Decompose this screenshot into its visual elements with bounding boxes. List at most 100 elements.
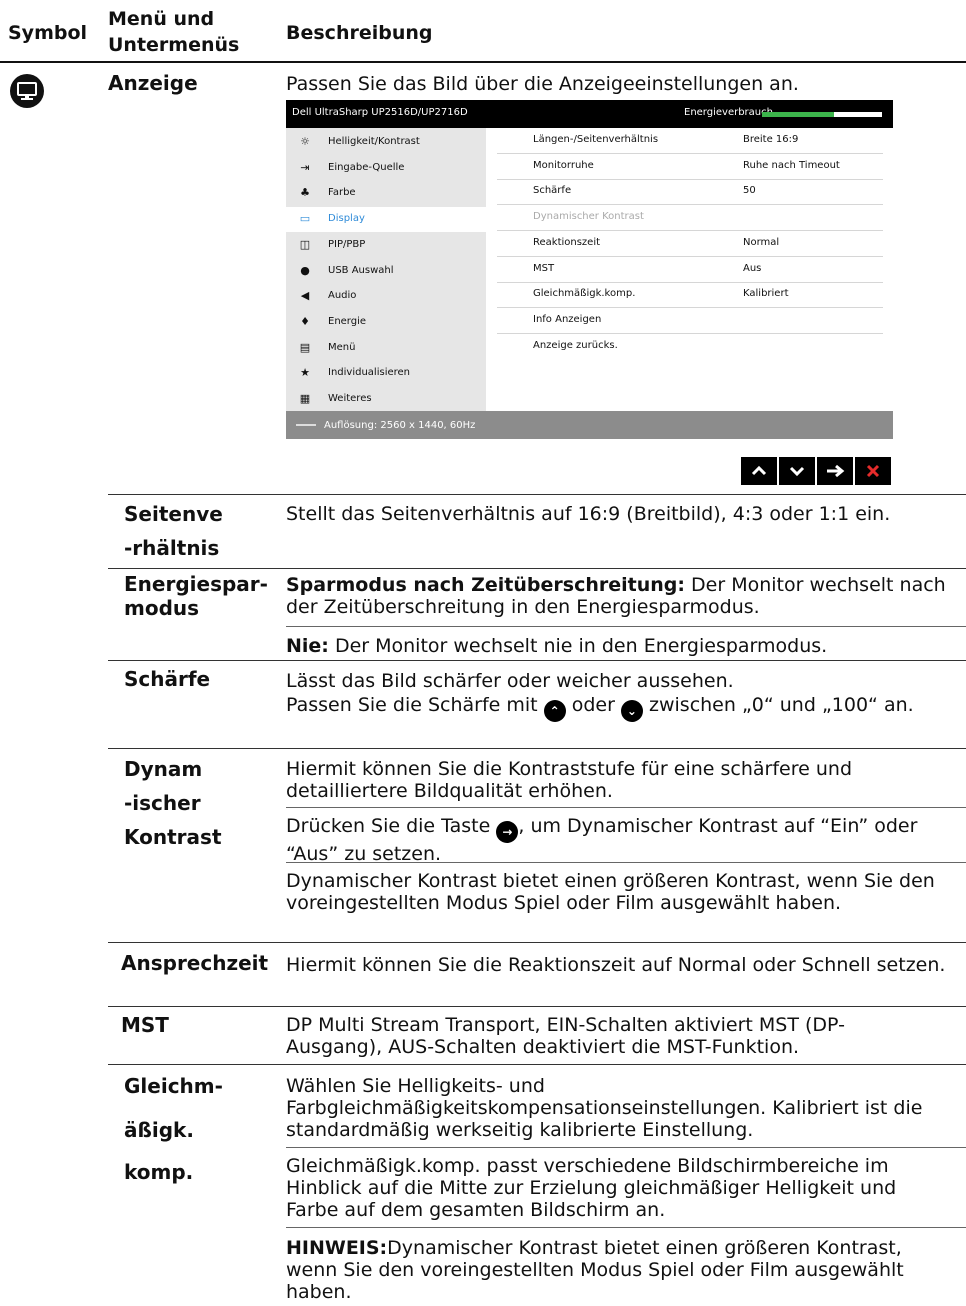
osd-resolution: Auflösung: 2560 x 1440, 60Hz bbox=[324, 420, 476, 431]
power-icon: ♦ bbox=[300, 314, 310, 328]
row-desc-gleichmaessigkeit-1: Wählen Sie Helligkeits- und Farbgleichmä… bbox=[286, 1075, 923, 1141]
osd-menu-item-label: Energie bbox=[328, 315, 367, 327]
divider bbox=[286, 1147, 966, 1148]
divider bbox=[108, 942, 966, 943]
osd-menu-item[interactable]: ◀ Audio bbox=[286, 284, 486, 309]
osd-menu-item[interactable]: ▤ Menü bbox=[286, 336, 486, 361]
row-desc-mst: DP Multi Stream Transport, EIN-Schalten … bbox=[286, 1014, 845, 1058]
other-icon: ▦ bbox=[299, 392, 311, 405]
row-title-energiesparmodus-1: Energiespar- bbox=[124, 572, 268, 596]
osd-menu-item-label: Audio bbox=[328, 290, 357, 302]
osd-setting-label: Gleichmäßigk.komp. bbox=[533, 288, 636, 300]
osd-menu-item-label: Weiteres bbox=[328, 393, 372, 404]
osd-setting-row[interactable]: Monitorruhe Ruhe nach Timeout bbox=[497, 154, 883, 180]
osd-menu-item[interactable]: ● USB Auswahl bbox=[286, 259, 486, 284]
osd-setting-value: 50 bbox=[743, 185, 756, 197]
osd-menu-item[interactable]: ◫ PIP/PBP bbox=[286, 233, 486, 258]
osd-menu-item-label: Farbe bbox=[328, 187, 356, 199]
osd-setting-row[interactable]: Anzeige zurücks. bbox=[497, 334, 883, 359]
never-text: Der Monitor wechselt nie in den Energies… bbox=[328, 635, 828, 657]
osd-setting-value: Breite 16:9 bbox=[743, 134, 799, 145]
note-label: HINWEIS: bbox=[286, 1237, 388, 1259]
osd-menu-item-label: Helligkeit/Kontrast bbox=[328, 136, 420, 147]
osd-menu-item[interactable]: ▭ Display bbox=[286, 207, 486, 233]
osd-menu-item-label: PIP/PBP bbox=[328, 238, 366, 250]
row-desc-energiesparmodus-2: Nie: Der Monitor wechselt nie in den Ene… bbox=[286, 635, 958, 657]
osd-setting-label: Info Anzeigen bbox=[533, 313, 602, 325]
osd-setting-row[interactable]: Info Anzeigen bbox=[497, 308, 883, 334]
row-title-gleichmaessigkeit-2: äßigk. bbox=[124, 1118, 194, 1142]
right-arrow-icon[interactable] bbox=[817, 457, 853, 485]
osd-setting-label: Reaktionszeit bbox=[533, 236, 601, 248]
pip-icon: ◫ bbox=[299, 237, 311, 251]
osd-setting-row[interactable]: MST Aus bbox=[497, 257, 883, 283]
close-icon[interactable] bbox=[855, 457, 891, 485]
divider bbox=[108, 1064, 966, 1065]
divider bbox=[108, 568, 966, 569]
schaerfe-text-a: Passen Sie die Schärfe mit bbox=[286, 694, 538, 716]
divider bbox=[286, 626, 966, 627]
energy-bar bbox=[762, 112, 882, 117]
osd-menu-item[interactable]: ★ Individualisieren bbox=[286, 361, 486, 386]
osd-menu-item[interactable]: ☼ Helligkeit/Kontrast bbox=[286, 130, 486, 155]
divider bbox=[108, 1006, 966, 1007]
osd-setting-label: Schärfe bbox=[533, 185, 572, 197]
osd-title-bar: Dell UltraSharp UP2516D/UP2716D Energiev… bbox=[286, 100, 893, 128]
monitor-icon bbox=[10, 74, 44, 108]
osd-setting-label: Monitorruhe bbox=[533, 159, 594, 171]
osd-status-bar: Auflösung: 2560 x 1440, 60Hz bbox=[286, 411, 893, 439]
osd-setting-label: Dynamischer Kontrast bbox=[533, 211, 644, 223]
osd-setting-row[interactable]: Reaktionszeit Normal bbox=[497, 231, 883, 257]
row-desc-schaerfe-2: Passen Sie die Schärfe mit ⌃ oder ⌄ zwis… bbox=[286, 694, 958, 722]
star-icon: ★ bbox=[300, 366, 310, 380]
header-menu-line2: Untermenüs bbox=[108, 34, 240, 56]
down-circle-icon: ⌄ bbox=[620, 700, 643, 722]
row-desc-ansprechzeit: Hiermit können Sie die Reaktionszeit auf… bbox=[286, 954, 946, 976]
header-divider bbox=[0, 61, 966, 63]
row-desc-energiesparmodus-1: Sparmodus nach Zeitüberschreitung: Der M… bbox=[286, 574, 958, 618]
never-label: Nie: bbox=[286, 635, 329, 657]
divider bbox=[286, 1227, 966, 1228]
osd-setting-value: Ruhe nach Timeout bbox=[743, 159, 840, 171]
osd-title: Dell UltraSharp UP2516D/UP2716D bbox=[292, 107, 468, 118]
osd-setting-row[interactable]: Gleichmäßigk.komp. Kalibriert bbox=[497, 282, 883, 309]
osd-menu-item[interactable]: ♦ Energie bbox=[286, 310, 486, 335]
osd-setting-row[interactable]: Längen-/Seitenverhältnis Breite 16:9 bbox=[497, 128, 883, 154]
osd-menu-item-label: USB Auswahl bbox=[328, 264, 394, 276]
osd-setting-label: Anzeige zurücks. bbox=[533, 339, 618, 351]
osd-setting-row[interactable]: Dynamischer Kontrast bbox=[497, 205, 883, 232]
osd-menu-item-label: Display bbox=[328, 213, 365, 225]
row-title-seitenverhaeltnis-1: Seitenve bbox=[124, 502, 223, 526]
row-title-seitenverhaeltnis-2: -rhältnis bbox=[124, 536, 220, 560]
row-desc-dynamischer-kontrast-2: Drücken Sie die Taste →, um Dynamischer … bbox=[286, 815, 958, 865]
osd-setting-row[interactable]: Schärfe 50 bbox=[497, 179, 883, 206]
up-circle-icon: ⌃ bbox=[543, 700, 566, 722]
header-menu-line1: Menü und bbox=[108, 8, 215, 30]
divider bbox=[108, 494, 966, 495]
osd-setting-value: Kalibriert bbox=[743, 288, 789, 300]
osd-menu-item-label: Individualisieren bbox=[328, 367, 411, 379]
row-title-dynamischer-kontrast-2: -ischer bbox=[124, 791, 201, 815]
osd-menu-item[interactable]: ⇥ Eingabe-Quelle bbox=[286, 156, 486, 181]
osd-menu-item[interactable]: ▦ Weiteres bbox=[286, 387, 486, 412]
divider bbox=[286, 807, 966, 808]
row-desc-dynamischer-kontrast-1: Hiermit können Sie die Kontraststufe für… bbox=[286, 758, 853, 802]
up-arrow-icon[interactable] bbox=[741, 457, 777, 485]
audio-icon: ◀ bbox=[300, 289, 310, 303]
row-title-mst: MST bbox=[121, 1013, 169, 1037]
row-title-gleichmaessigkeit-3: komp. bbox=[124, 1160, 194, 1184]
down-arrow-icon[interactable] bbox=[779, 457, 815, 485]
row-desc-schaerfe-1: Lässt das Bild schärfer oder weicher aus… bbox=[286, 670, 734, 692]
osd-menu: Dell UltraSharp UP2516D/UP2716D Energiev… bbox=[286, 100, 893, 439]
row-title-ansprechzeit: Ansprechzeit bbox=[121, 951, 269, 975]
kontrast-text-a: Drücken Sie die Taste bbox=[286, 815, 491, 837]
input-icon: ⇥ bbox=[300, 160, 310, 174]
header-symbol: Symbol bbox=[8, 22, 88, 44]
timeout-label: Sparmodus nach Zeitüberschreitung: bbox=[286, 574, 685, 596]
osd-menu-item[interactable]: ♣ Farbe bbox=[286, 181, 486, 206]
row-desc-dynamischer-kontrast-3: Dynamischer Kontrast bietet einen größer… bbox=[286, 870, 935, 914]
row-desc-anzeige: Passen Sie das Bild über die Anzeigeeins… bbox=[286, 73, 799, 95]
osd-menu-item-label: Menü bbox=[328, 341, 356, 353]
osd-menu-list: ☼ Helligkeit/Kontrast ⇥ Eingabe-Quelle ♣ Farb… bbox=[286, 128, 486, 411]
color-icon: ♣ bbox=[300, 186, 310, 200]
